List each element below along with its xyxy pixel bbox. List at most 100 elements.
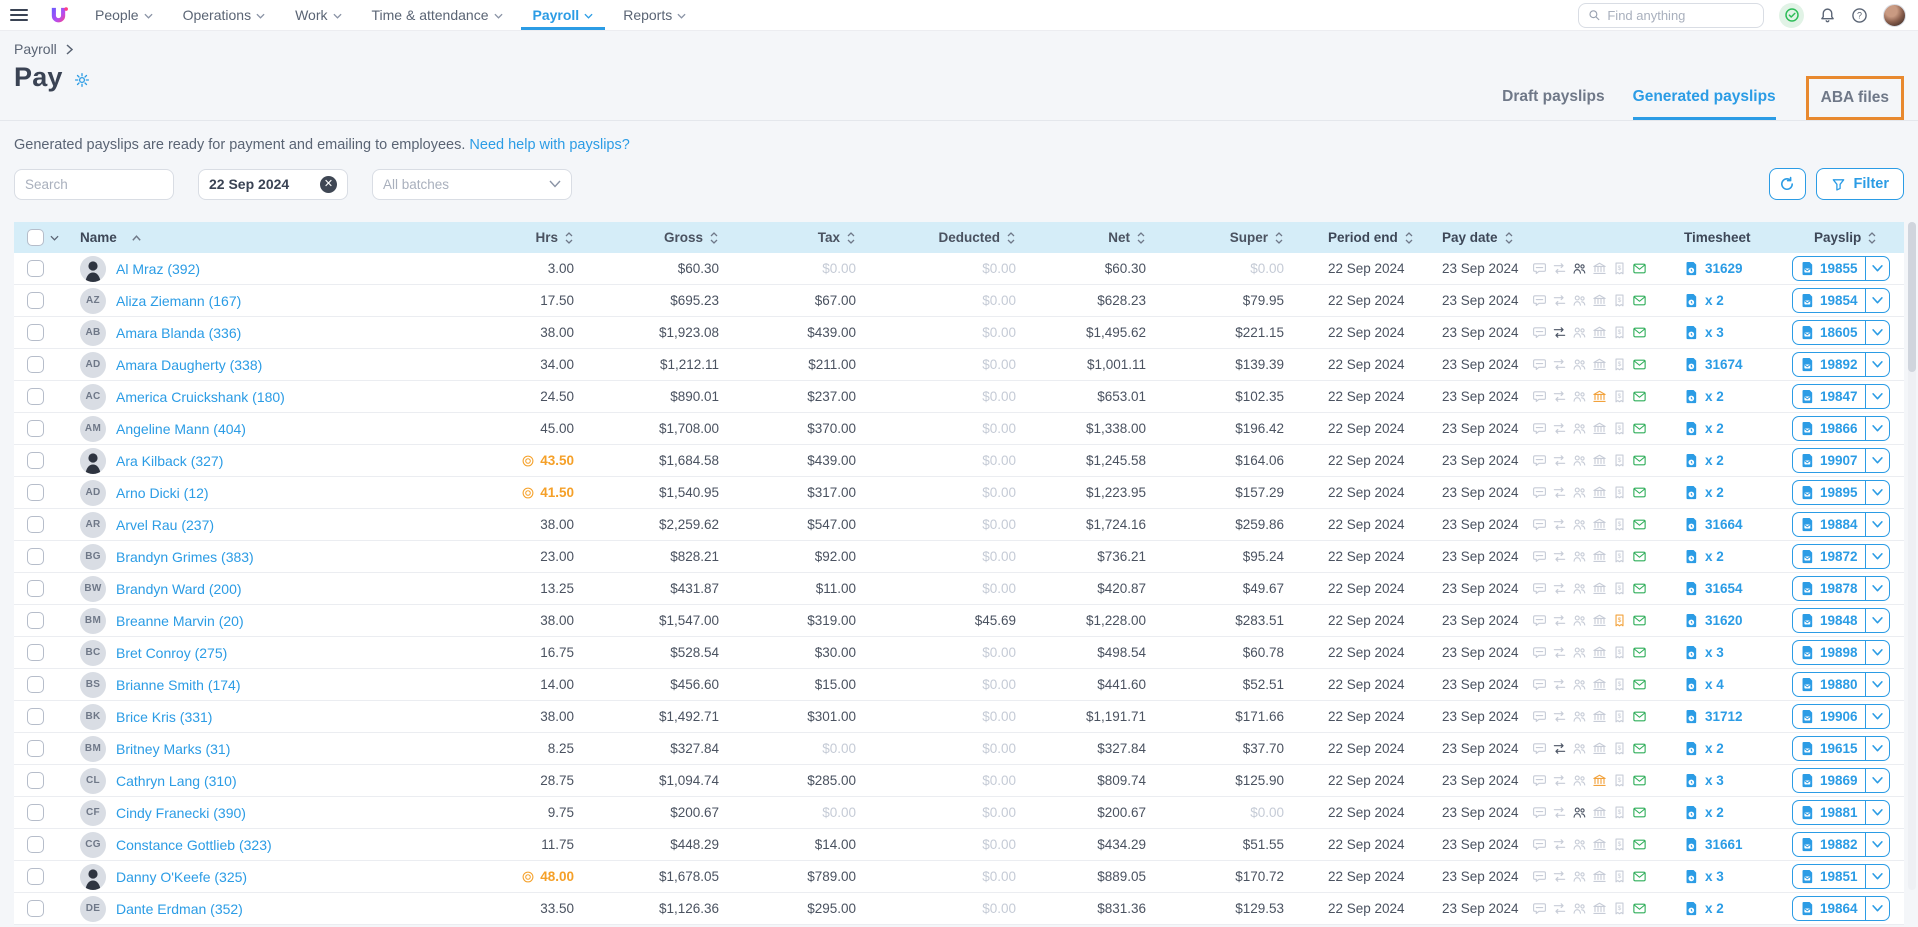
payslip-dropdown-chevron-icon[interactable]: [1865, 513, 1889, 536]
payslip-dropdown-chevron-icon[interactable]: [1865, 545, 1889, 568]
comment-icon[interactable]: [1532, 645, 1547, 660]
payslip-button[interactable]: 19907: [1792, 448, 1890, 473]
comment-icon[interactable]: [1532, 837, 1547, 852]
row-checkbox[interactable]: [27, 516, 44, 533]
employee-name-link[interactable]: Ara Kilback (327): [116, 453, 223, 469]
row-checkbox[interactable]: [27, 900, 44, 917]
payslip-button[interactable]: 19854: [1792, 288, 1890, 313]
nav-item-operations[interactable]: Operations: [171, 0, 277, 30]
row-checkbox[interactable]: [27, 452, 44, 469]
user-avatar[interactable]: [1883, 4, 1906, 27]
row-checkbox[interactable]: [27, 836, 44, 853]
receipt-icon[interactable]: $: [1612, 709, 1627, 724]
transfer-icon[interactable]: [1552, 677, 1567, 692]
bank-icon[interactable]: [1592, 357, 1607, 372]
employee-name-link[interactable]: Al Mraz (392): [116, 261, 200, 277]
employee-name-link[interactable]: Brandyn Ward (200): [116, 581, 242, 597]
email-envelope-icon[interactable]: [1632, 389, 1647, 404]
payslip-dropdown-chevron-icon[interactable]: [1865, 609, 1889, 632]
people-icon[interactable]: [1572, 421, 1587, 436]
tab-draft-payslips[interactable]: Draft payslips: [1502, 88, 1605, 120]
timesheet-link[interactable]: 31664: [1684, 517, 1743, 532]
column-header-tax[interactable]: Tax: [723, 230, 860, 245]
receipt-icon[interactable]: $: [1612, 645, 1627, 660]
transfer-icon[interactable]: [1552, 389, 1567, 404]
comment-icon[interactable]: [1532, 901, 1547, 916]
timesheet-link[interactable]: 31654: [1684, 581, 1743, 596]
row-checkbox[interactable]: [27, 420, 44, 437]
receipt-icon[interactable]: $: [1612, 837, 1627, 852]
payslip-dropdown-chevron-icon[interactable]: [1865, 481, 1889, 504]
row-checkbox[interactable]: [27, 644, 44, 661]
receipt-icon[interactable]: $: [1612, 517, 1627, 532]
table-search-field[interactable]: [14, 169, 174, 200]
timesheet-link[interactable]: x 2: [1684, 485, 1724, 500]
bank-icon[interactable]: [1592, 421, 1607, 436]
payslip-button[interactable]: 19878: [1792, 576, 1890, 601]
employee-name-link[interactable]: Bret Conroy (275): [116, 645, 227, 661]
filter-button[interactable]: Filter: [1816, 168, 1904, 200]
bank-icon[interactable]: [1592, 549, 1607, 564]
employee-name-link[interactable]: Angeline Mann (404): [116, 421, 246, 437]
comment-icon[interactable]: [1532, 485, 1547, 500]
payslip-dropdown-chevron-icon[interactable]: [1865, 673, 1889, 696]
employee-name-link[interactable]: Brice Kris (331): [116, 709, 212, 725]
employee-name-link[interactable]: Brianne Smith (174): [116, 677, 241, 693]
row-checkbox[interactable]: [27, 580, 44, 597]
email-envelope-icon[interactable]: [1632, 901, 1647, 916]
receipt-icon[interactable]: $: [1612, 773, 1627, 788]
employee-name-link[interactable]: Danny O'Keefe (325): [116, 869, 247, 885]
timesheet-link[interactable]: x 2: [1684, 901, 1724, 916]
employee-name-link[interactable]: Arno Dicki (12): [116, 485, 209, 501]
transfer-icon[interactable]: [1552, 261, 1567, 276]
payslip-button[interactable]: 19848: [1792, 608, 1890, 633]
row-checkbox[interactable]: [27, 260, 44, 277]
transfer-icon[interactable]: [1552, 869, 1567, 884]
employee-name-link[interactable]: Amara Blanda (336): [116, 325, 241, 341]
bank-icon[interactable]: [1592, 869, 1607, 884]
receipt-icon[interactable]: $: [1612, 357, 1627, 372]
payslip-dropdown-chevron-icon[interactable]: [1865, 289, 1889, 312]
timesheet-link[interactable]: x 2: [1684, 421, 1724, 436]
people-icon[interactable]: [1572, 325, 1587, 340]
payslip-dropdown-chevron-icon[interactable]: [1865, 577, 1889, 600]
email-envelope-icon[interactable]: [1632, 773, 1647, 788]
bank-icon[interactable]: [1592, 709, 1607, 724]
help-with-payslips-link[interactable]: Need help with payslips?: [469, 137, 629, 153]
employee-name-link[interactable]: Cathryn Lang (310): [116, 773, 237, 789]
payslip-button[interactable]: 19884: [1792, 512, 1890, 537]
people-icon[interactable]: [1572, 645, 1587, 660]
row-checkbox[interactable]: [27, 772, 44, 789]
comment-icon[interactable]: [1532, 261, 1547, 276]
payslip-button[interactable]: 19898: [1792, 640, 1890, 665]
comment-icon[interactable]: [1532, 389, 1547, 404]
timesheet-link[interactable]: x 3: [1684, 325, 1724, 340]
timesheet-link[interactable]: x 2: [1684, 293, 1724, 308]
comment-icon[interactable]: [1532, 357, 1547, 372]
email-envelope-icon[interactable]: [1632, 453, 1647, 468]
email-envelope-icon[interactable]: [1632, 485, 1647, 500]
comment-icon[interactable]: [1532, 613, 1547, 628]
row-checkbox[interactable]: [27, 612, 44, 629]
timesheet-link[interactable]: x 2: [1684, 389, 1724, 404]
employee-name-link[interactable]: America Cruickshank (180): [116, 389, 285, 405]
payslip-button[interactable]: 19892: [1792, 352, 1890, 377]
employee-name-link[interactable]: Arvel Rau (237): [116, 517, 214, 533]
row-checkbox[interactable]: [27, 740, 44, 757]
transfer-icon[interactable]: [1552, 741, 1567, 756]
receipt-icon[interactable]: $: [1612, 677, 1627, 692]
email-envelope-icon[interactable]: [1632, 421, 1647, 436]
bank-icon[interactable]: [1592, 741, 1607, 756]
comment-icon[interactable]: [1532, 453, 1547, 468]
transfer-icon[interactable]: [1552, 517, 1567, 532]
hamburger-menu-icon[interactable]: [10, 5, 28, 25]
bank-icon[interactable]: [1592, 837, 1607, 852]
people-icon[interactable]: [1572, 677, 1587, 692]
timesheet-link[interactable]: 31712: [1684, 709, 1743, 724]
refresh-button[interactable]: [1769, 168, 1806, 200]
payslip-dropdown-chevron-icon[interactable]: [1865, 769, 1889, 792]
timesheet-link[interactable]: x 3: [1684, 645, 1724, 660]
transfer-icon[interactable]: [1552, 549, 1567, 564]
employee-name-link[interactable]: Constance Gottlieb (323): [116, 837, 272, 853]
comment-icon[interactable]: [1532, 677, 1547, 692]
